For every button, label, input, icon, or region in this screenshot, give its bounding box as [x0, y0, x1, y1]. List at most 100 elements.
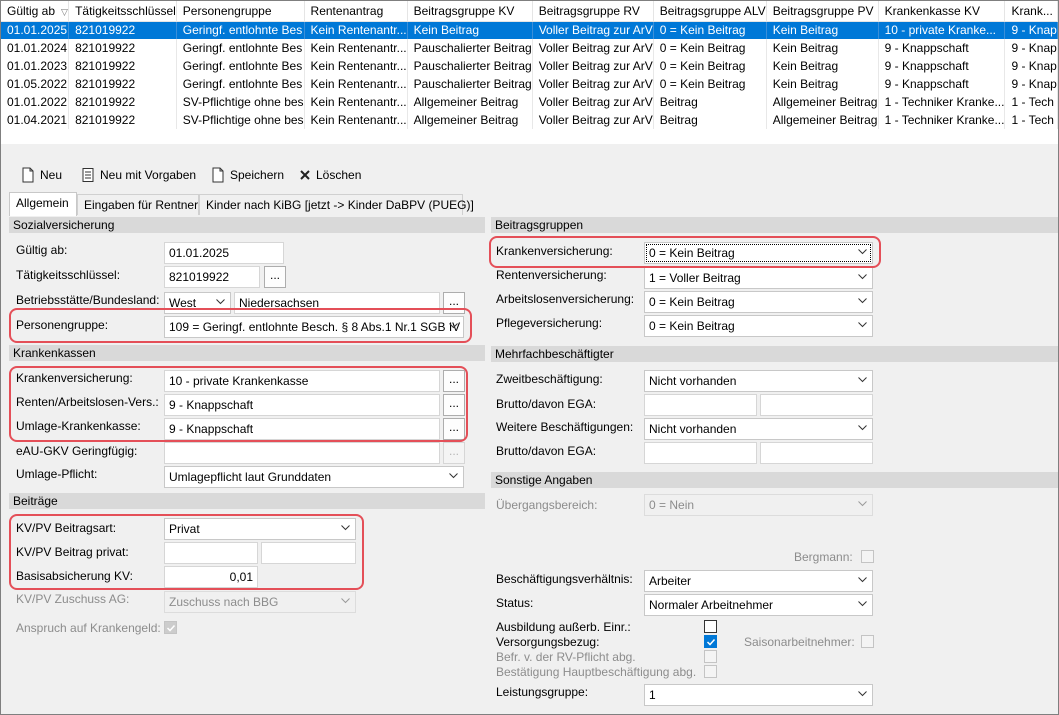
pension-insurer-browse-button[interactable]: ...: [443, 394, 465, 416]
label-taetigkeitsschluessel: Tätigkeitsschlüssel:: [16, 268, 121, 282]
levy-insurer-field[interactable]: 9 - Knappschaft: [164, 418, 440, 440]
tab-allgemein[interactable]: Allgemein: [9, 192, 77, 216]
table-cell: Voller Beitrag zur ArV: [532, 93, 654, 111]
levy-insurer-browse-button[interactable]: ...: [443, 418, 465, 440]
bg-care-combo[interactable]: 0 = Kein Beitrag: [644, 315, 873, 337]
external-training-checkbox[interactable]: [704, 620, 717, 633]
column-header[interactable]: Gültig ab ▽: [1, 1, 70, 22]
tab-eingaben-rentner[interactable]: Eingaben für Rentner: [77, 194, 199, 215]
column-header[interactable]: Beitragsgruppe ALV: [653, 1, 767, 22]
table-cell: 01.01.2023: [1, 57, 70, 75]
label-bestaetigung: Bestätigung Hauptbeschäftigung abg.: [496, 665, 697, 679]
seasonal-worker-checkbox[interactable]: [861, 635, 874, 648]
table-cell: 821019922: [68, 75, 177, 93]
label-gueltig-ab: Gültig ab:: [16, 243, 68, 257]
chevron-down-icon: [449, 323, 458, 329]
table-cell: 01.01.2022: [1, 93, 70, 111]
table-cell: SV-Pflichtige ohne bes: [176, 111, 305, 129]
column-header[interactable]: Krank...: [1004, 1, 1058, 22]
table-cell: Kein Beitrag: [766, 39, 879, 57]
contribution-type-combo[interactable]: Privat: [164, 518, 356, 540]
label-eau-gkv: eAU-GKV Geringfügig:: [16, 444, 138, 458]
valid-from-field[interactable]: 01.01.2025: [164, 242, 284, 264]
employer-subsidy-combo[interactable]: Zuschuss nach BBG: [164, 591, 356, 613]
column-header[interactable]: Rentenantrag: [304, 1, 408, 22]
label-beitrag-privat: KV/PV Beitrag privat:: [16, 545, 129, 559]
second-job-combo[interactable]: Nicht vorhanden: [644, 370, 873, 392]
performance-group-combo[interactable]: 1: [644, 684, 873, 706]
rv-exemption-checkbox[interactable]: [704, 650, 717, 663]
tab-kinder-kibg[interactable]: Kinder nach KiBG [jetzt -> Kinder DaBPV …: [199, 194, 474, 215]
status-combo[interactable]: Normaler Arbeitnehmer: [644, 594, 873, 616]
document-list-icon: [82, 168, 94, 182]
table-cell: Geringf. entlohnte Bes: [176, 57, 305, 75]
bg-unemployment-combo[interactable]: 0 = Kein Beitrag: [644, 291, 873, 313]
federal-state-field[interactable]: Niedersachsen: [234, 292, 440, 314]
eau-gkv-field[interactable]: [164, 442, 440, 464]
new-button[interactable]: Neu: [21, 166, 62, 184]
table-cell: Beitrag: [653, 93, 767, 111]
health-insurer-browse-button[interactable]: ...: [443, 370, 465, 392]
table-cell: Kein Beitrag: [766, 21, 879, 39]
chevron-down-icon: [858, 274, 867, 280]
label-rv-kasse: Renten/Arbeitslosen-Vers.:: [16, 395, 159, 409]
column-header[interactable]: Personengruppe: [176, 1, 305, 22]
pension-benefit-checkbox[interactable]: [704, 635, 717, 648]
label-bg-pv: Pflegeversicherung:: [496, 316, 603, 330]
column-header[interactable]: Krankenkasse KV: [878, 1, 1006, 22]
table-cell: Geringf. entlohnte Bes: [176, 21, 305, 39]
private-contribution-field-1[interactable]: [164, 542, 258, 564]
table-row[interactable]: 01.01.2022 821019922 SV-Pflichtige ohne be…: [1, 93, 1058, 111]
federal-state-browse-button[interactable]: ...: [443, 292, 465, 314]
basic-coverage-field[interactable]: 0,01: [164, 566, 258, 588]
table-row[interactable]: 01.01.2023 821019922 Geringf. entlohnte Be…: [1, 57, 1058, 75]
further-jobs-combo[interactable]: Nicht vorhanden: [644, 418, 873, 440]
gross-ega-field-1b[interactable]: [760, 394, 873, 416]
contribution-history-table[interactable]: Gültig ab ▽ Tätigkeitsschlüssel Personengru…: [1, 1, 1058, 144]
table-row[interactable]: 01.01.2024 821019922 Geringf. entlohnte Be…: [1, 39, 1058, 57]
miner-checkbox[interactable]: [861, 550, 874, 563]
private-contribution-field-2[interactable]: [261, 542, 356, 564]
activity-key-browse-button[interactable]: ...: [264, 266, 286, 288]
person-group-combo[interactable]: 109 = Geringf. entlohnte Besch. § 8 Abs.…: [164, 316, 464, 338]
gross-ega-field-2a[interactable]: [644, 442, 757, 464]
column-header[interactable]: Beitragsgruppe RV: [532, 1, 654, 22]
checkmark-icon: [166, 624, 176, 632]
transition-zone-combo[interactable]: 0 = Nein: [644, 494, 873, 516]
region-combo[interactable]: West: [164, 292, 231, 314]
gross-ega-field-1a[interactable]: [644, 394, 757, 416]
table-cell: 821019922: [68, 93, 177, 111]
chevron-down-icon: [858, 322, 867, 328]
health-insurer-field[interactable]: 10 - private Krankenkasse: [164, 370, 440, 392]
chevron-down-icon: [858, 601, 867, 607]
table-cell: 1 - Tech: [1004, 111, 1058, 129]
chevron-down-icon: [858, 249, 867, 255]
table-row[interactable]: 01.01.2025 821019922 Geringf. entlohnte Be…: [1, 21, 1058, 39]
bg-pension-combo[interactable]: 1 = Voller Beitrag: [644, 267, 873, 289]
table-cell: 1 - Techniker Kranke...: [878, 111, 1006, 129]
chevron-down-icon: [216, 299, 225, 305]
delete-button[interactable]: Löschen: [299, 166, 361, 184]
levy-obligation-combo[interactable]: Umlagepflicht laut Grunddaten: [164, 466, 464, 488]
label-befreiung-rv: Befr. v. der RV-Pflicht abg.: [496, 650, 636, 664]
column-header[interactable]: Beitragsgruppe PV: [766, 1, 879, 22]
gross-ega-field-2b[interactable]: [760, 442, 873, 464]
table-cell: Allgemeiner Beitrag: [407, 93, 533, 111]
column-header[interactable]: Beitragsgruppe KV: [407, 1, 533, 22]
new-with-defaults-button[interactable]: Neu mit Vorgaben: [81, 166, 196, 184]
main-job-confirmation-checkbox[interactable]: [704, 665, 717, 678]
chevron-down-icon: [449, 473, 458, 479]
activity-key-field[interactable]: 821019922: [164, 266, 260, 288]
save-button[interactable]: Speichern: [211, 166, 284, 184]
label-beitragsart: KV/PV Beitragsart:: [16, 521, 117, 535]
table-cell: Kein Beitrag: [766, 57, 879, 75]
eau-gkv-browse-button[interactable]: ...: [443, 442, 465, 464]
table-row[interactable]: 01.04.2021 821019922 SV-Pflichtige ohne be…: [1, 111, 1058, 129]
pension-insurer-field[interactable]: 9 - Knappschaft: [164, 394, 440, 416]
sick-pay-entitlement-checkbox[interactable]: [164, 621, 177, 634]
column-header[interactable]: Tätigkeitsschlüssel: [68, 1, 177, 22]
table-row[interactable]: 01.05.2022 821019922 Geringf. entlohnte Be…: [1, 75, 1058, 93]
table-cell: Pauschalierter Beitrag: [407, 39, 533, 57]
employment-relation-combo[interactable]: Arbeiter: [644, 570, 873, 592]
bg-health-combo[interactable]: 0 = Kein Beitrag: [644, 242, 873, 264]
